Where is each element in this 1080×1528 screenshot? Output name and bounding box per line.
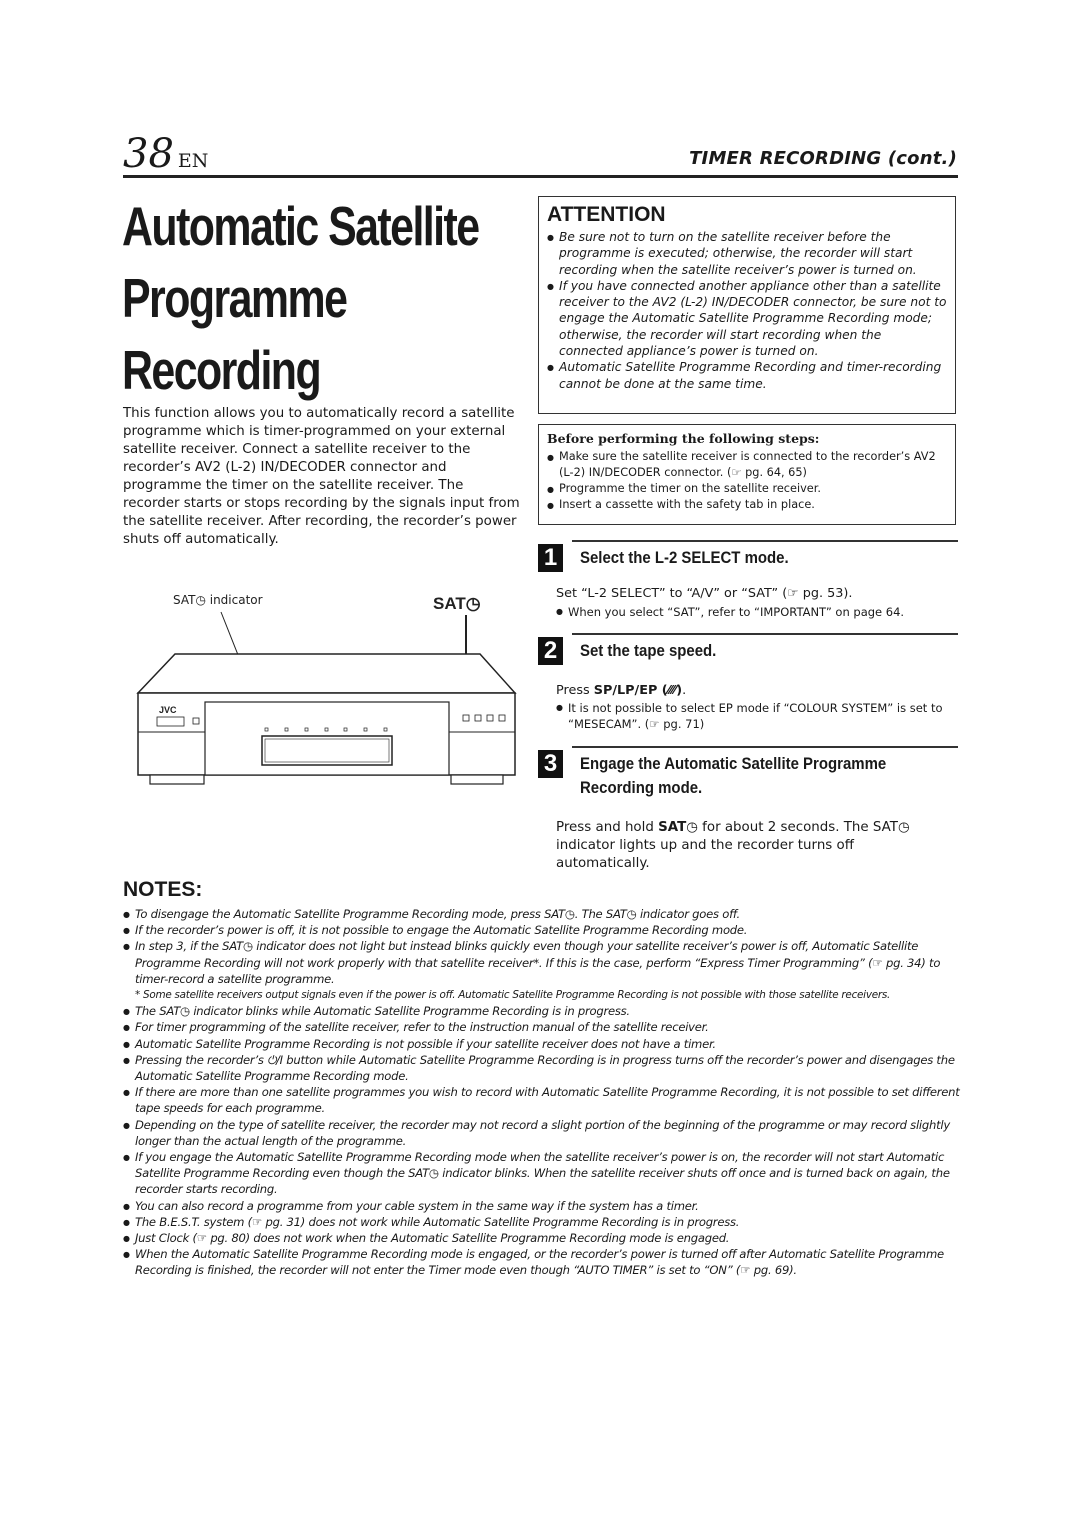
attention-item: If you have connected another appliance …: [547, 278, 947, 359]
attention-item: Automatic Satellite Programme Recording …: [547, 359, 947, 392]
attention-box: ATTENTION Be sure not to turn on the sat…: [538, 196, 956, 414]
sat-indicator-label: SAT◷ indicator: [173, 593, 263, 607]
attention-list: Be sure not to turn on the satellite rec…: [547, 229, 947, 392]
language-code: EN: [177, 150, 209, 172]
recorder-diagram: SAT◷ indicator SAT◷ JVC: [123, 585, 523, 785]
before-steps-box: Before performing the following steps: M…: [538, 424, 956, 525]
step-body: Press and hold SAT◷ for about 2 seconds.…: [556, 819, 946, 873]
step-note: When you select “SAT”, refer to “IMPORTA…: [556, 604, 956, 620]
before-step-item: Make sure the satellite receiver is conn…: [547, 449, 947, 481]
note-item: Depending on the type of satellite recei…: [123, 1117, 963, 1149]
power-button: [156, 716, 185, 727]
step-number: 2: [538, 637, 563, 665]
step-title: Set the tape speed.: [580, 641, 717, 660]
note-item: If you engage the Automatic Satellite Pr…: [123, 1149, 963, 1198]
note-item: The B.E.S.T. system (☞ pg. 31) does not …: [123, 1214, 963, 1231]
left-foot: [149, 774, 205, 785]
step-2: 2 Set the tape speed. Press SP/LP/EP (⁄⁄…: [538, 633, 958, 738]
step-body-text: .: [682, 683, 687, 698]
cassette-slot: [261, 735, 393, 766]
note-item: Automatic Satellite Programme Recording …: [123, 1036, 963, 1053]
front-button: [474, 714, 482, 722]
small-button: [192, 717, 200, 725]
step-title: Engage the Automatic Satellite Programme…: [580, 752, 886, 800]
recorder-illustration: SAT◷ indicator SAT◷ JVC: [136, 593, 517, 785]
page-title-line: Recording: [122, 339, 322, 401]
step-1: 1 Select the L-2 SELECT mode. Set “L-2 S…: [538, 540, 958, 625]
right-foot: [450, 774, 504, 785]
before-step-item: Insert a cassette with the safety tab in…: [547, 497, 947, 514]
page-title: Automatic Satellite Programme Recording: [122, 190, 480, 406]
brand-logo: JVC: [159, 705, 177, 715]
step-title: Select the L-2 SELECT mode.: [580, 548, 789, 567]
step-title-line: Recording mode.: [580, 778, 703, 797]
note-item: When the Automatic Satellite Programme R…: [123, 1246, 963, 1278]
step-body-text: Press: [556, 683, 594, 698]
step-note-list: When you select “SAT”, refer to “IMPORTA…: [556, 604, 956, 620]
sp-lp-ep-button-label: SP/LP/EP (⁄⁄⁄⁄): [593, 683, 683, 698]
before-steps-heading: Before performing the following steps:: [547, 431, 820, 446]
note-item: In step 3, if the SAT◷ indicator does no…: [123, 938, 963, 987]
page-number-value: 38: [123, 131, 174, 177]
sat-button: [462, 714, 470, 722]
note-footnote: * Some satellite receivers output signal…: [135, 989, 891, 1002]
sat-button-label: SAT◷: [433, 594, 481, 613]
step-note-list: It is not possible to select EP mode if …: [556, 700, 956, 732]
step-body: Press SP/LP/EP (⁄⁄⁄⁄).: [556, 682, 686, 699]
note-item: Just Clock (☞ pg. 80) does not work when…: [123, 1230, 963, 1247]
note-item: The SAT◷ indicator blinks while Automati…: [123, 1003, 963, 1020]
page-title-line: Automatic Satellite: [122, 195, 480, 257]
step-body-text: Press and hold: [556, 820, 659, 835]
note-item: For timer programming of the satellite r…: [123, 1019, 963, 1036]
step-title-line: Engage the Automatic Satellite Programme: [580, 754, 887, 773]
attention-heading: ATTENTION: [547, 203, 666, 226]
attention-item: Be sure not to turn on the satellite rec…: [547, 229, 947, 278]
notes-heading: NOTES:: [123, 878, 203, 901]
header-rule: [123, 175, 958, 178]
step-rule: [572, 540, 958, 542]
note-item: To disengage the Automatic Satellite Pro…: [123, 906, 963, 923]
notes-list: To disengage the Automatic Satellite Pro…: [123, 906, 963, 1279]
step-number: 3: [538, 750, 563, 778]
sat-button-label: SAT◷: [658, 820, 698, 835]
note-item: If the recorder’s power is off, it is no…: [123, 922, 963, 939]
page-title-line: Programme: [122, 267, 348, 329]
step-rule: [572, 746, 958, 748]
before-steps-list: Make sure the satellite receiver is conn…: [547, 449, 947, 514]
note-item: Pressing the recorder’s ⏻/I button while…: [123, 1052, 963, 1084]
recorder-top: [136, 653, 517, 694]
step-body: Set “L-2 SELECT” to “A/V” or “SAT” (☞ pg…: [556, 586, 853, 601]
front-button: [498, 714, 506, 722]
intro-paragraph: This function allows you to automaticall…: [123, 406, 520, 547]
step-rule: [572, 633, 958, 635]
section-title: TIMER RECORDING (cont.): [689, 148, 957, 169]
step-3: 3 Engage the Automatic Satellite Program…: [538, 746, 958, 876]
front-button: [486, 714, 494, 722]
step-note: It is not possible to select EP mode if …: [556, 700, 956, 732]
note-item: If there are more than one satellite pro…: [123, 1084, 963, 1116]
note-item: You can also record a programme from you…: [123, 1198, 963, 1215]
step-number: 1: [538, 544, 563, 572]
before-step-item: Programme the timer on the satellite rec…: [547, 481, 947, 498]
